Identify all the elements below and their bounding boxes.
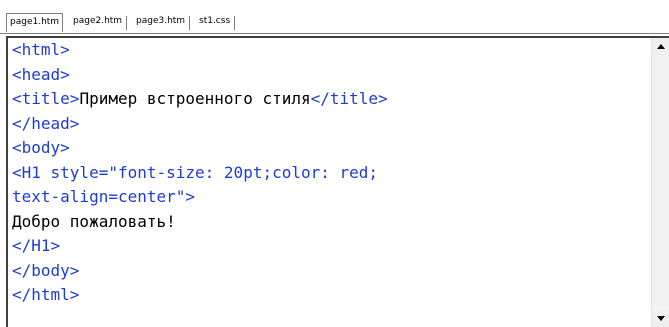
tab-strip: page1.htm page2.htm page3.htm st1.css <box>0 0 669 34</box>
code-tag: </H1> <box>12 236 61 255</box>
code-editor[interactable]: <html> <head> <title>Пример встроенного ст… <box>6 36 669 327</box>
code-line: </body> <box>12 259 642 284</box>
tab-st1-css[interactable]: st1.css <box>196 14 236 31</box>
code-tag: </head> <box>12 113 80 133</box>
code-tag: <H1 style="font-size: 20pt;color: red; <box>12 162 379 182</box>
vertical-scrollbar[interactable] <box>651 38 669 327</box>
code-text-segment: Добро пожаловать! <box>12 211 176 231</box>
code-tag: <head> <box>12 64 70 84</box>
code-line: </html> <box>12 283 642 308</box>
code-tag: <body> <box>12 138 70 157</box>
tab-divider <box>0 33 669 34</box>
code-line: </H1> <box>12 234 642 259</box>
code-line: <title>Пример встроенного стиля</title> <box>12 87 642 112</box>
code-tag: </title> <box>310 89 388 108</box>
tab-page3[interactable]: page3.htm <box>133 14 191 31</box>
code-tag: <html> <box>12 40 70 59</box>
code-tag: </body> <box>12 260 80 280</box>
code-line: </head> <box>12 112 642 137</box>
code-line: <H1 style="font-size: 20pt;color: red; <box>12 161 642 186</box>
tab-page1[interactable]: page1.htm <box>6 13 64 32</box>
code-text[interactable]: <html> <head> <title>Пример встроенного ст… <box>12 38 642 308</box>
code-tag: <title> <box>12 89 80 108</box>
code-line: <head> <box>12 63 642 88</box>
scroll-up-button[interactable] <box>652 38 669 55</box>
code-tag: text-align=center"> <box>12 187 196 206</box>
code-tag: </html> <box>12 285 80 304</box>
arrow-up-icon <box>656 44 665 49</box>
scroll-down-button[interactable] <box>652 310 669 327</box>
arrow-down-icon <box>656 316 665 321</box>
code-text-segment: Пример встроенного стиля <box>79 89 311 108</box>
code-line: text-align=center"> <box>12 185 642 210</box>
code-line: <body> <box>12 136 642 161</box>
tab-page2[interactable]: page2.htm <box>70 14 128 31</box>
code-line: Добро пожаловать! <box>12 210 642 235</box>
code-line: <html> <box>12 38 642 63</box>
